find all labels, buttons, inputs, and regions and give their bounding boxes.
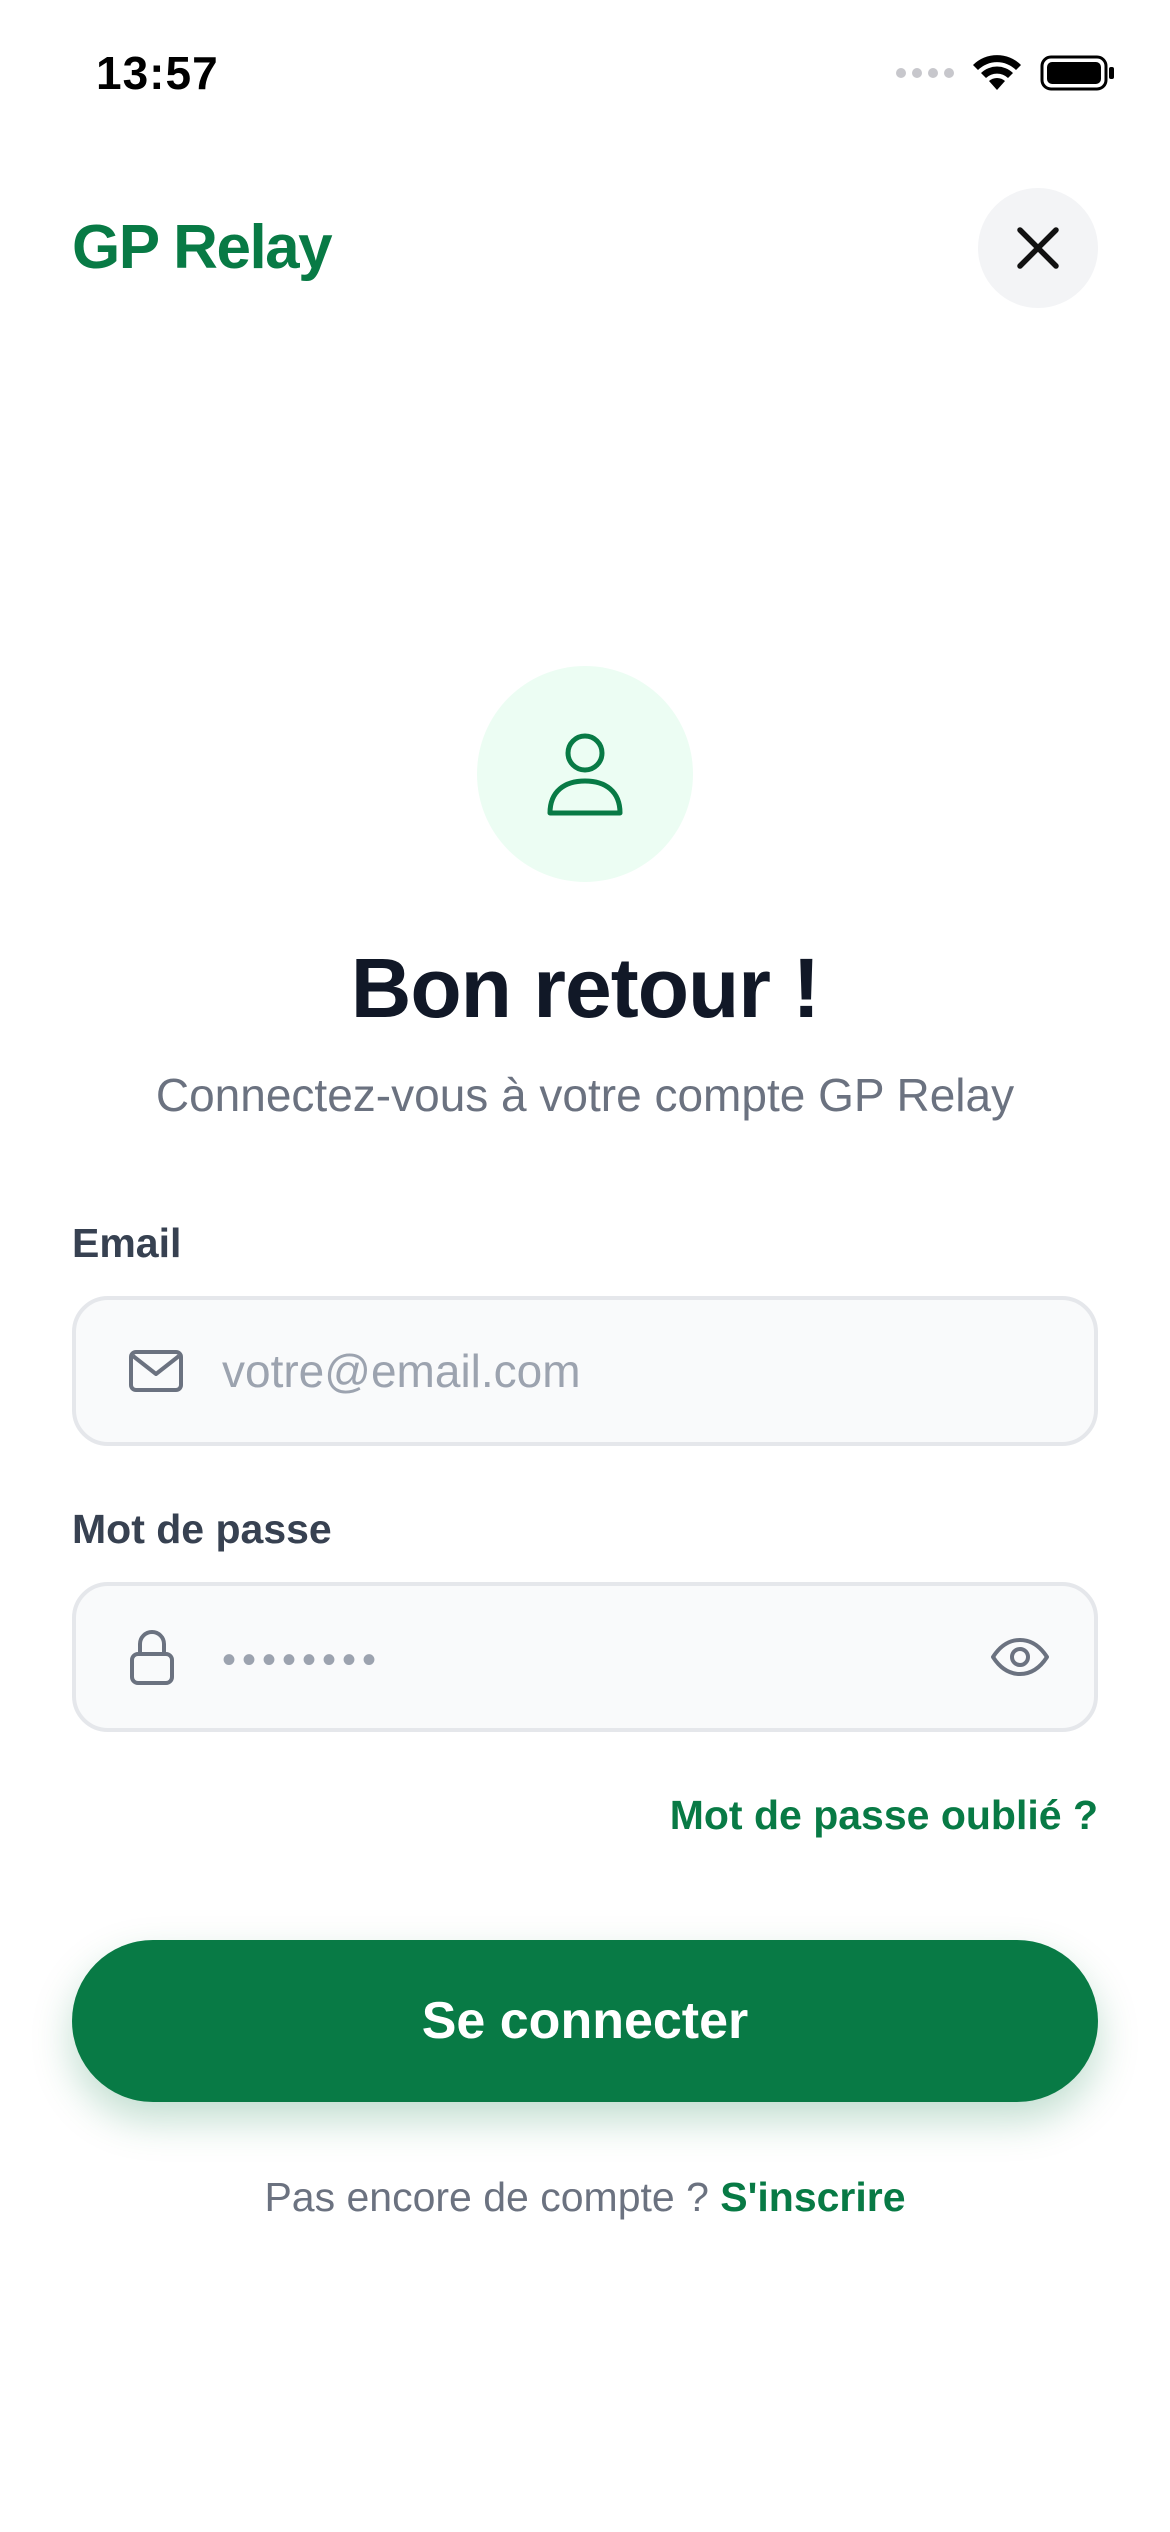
password-input[interactable] [222, 1586, 982, 1728]
signal-icon [896, 68, 954, 78]
mail-icon [128, 1349, 184, 1393]
status-icons [896, 54, 1116, 92]
password-label: Mot de passe [72, 1506, 332, 1552]
wifi-icon [973, 55, 1021, 90]
email-input[interactable] [222, 1300, 982, 1442]
eye-icon[interactable] [990, 1637, 1050, 1677]
page-subtitle: Connectez-vous à votre compte GP Relay [155, 1069, 1015, 1121]
signup-row: Pas encore de compte ? S'inscrire [0, 2174, 1170, 2221]
status-bar: 13:57 [0, 0, 1170, 150]
email-field[interactable] [72, 1296, 1098, 1446]
password-field[interactable] [72, 1582, 1098, 1732]
signup-prompt: Pas encore de compte ? [264, 2174, 721, 2220]
signup-link[interactable]: S'inscrire [720, 2174, 905, 2220]
login-button[interactable]: Se connecter [72, 1940, 1098, 2102]
app-logo-text: GP Relay [72, 213, 333, 282]
email-label: Email [72, 1220, 182, 1266]
forgot-password-link[interactable]: Mot de passe oublié ? [670, 1792, 1098, 1839]
battery-icon [1040, 55, 1114, 91]
status-time: 13:57 [96, 47, 219, 99]
user-icon [547, 733, 623, 816]
close-icon [1017, 227, 1059, 269]
close-button[interactable] [978, 188, 1098, 308]
lock-icon [128, 1628, 176, 1686]
page-title: Bon retour ! [350, 941, 821, 1035]
avatar [477, 666, 693, 882]
